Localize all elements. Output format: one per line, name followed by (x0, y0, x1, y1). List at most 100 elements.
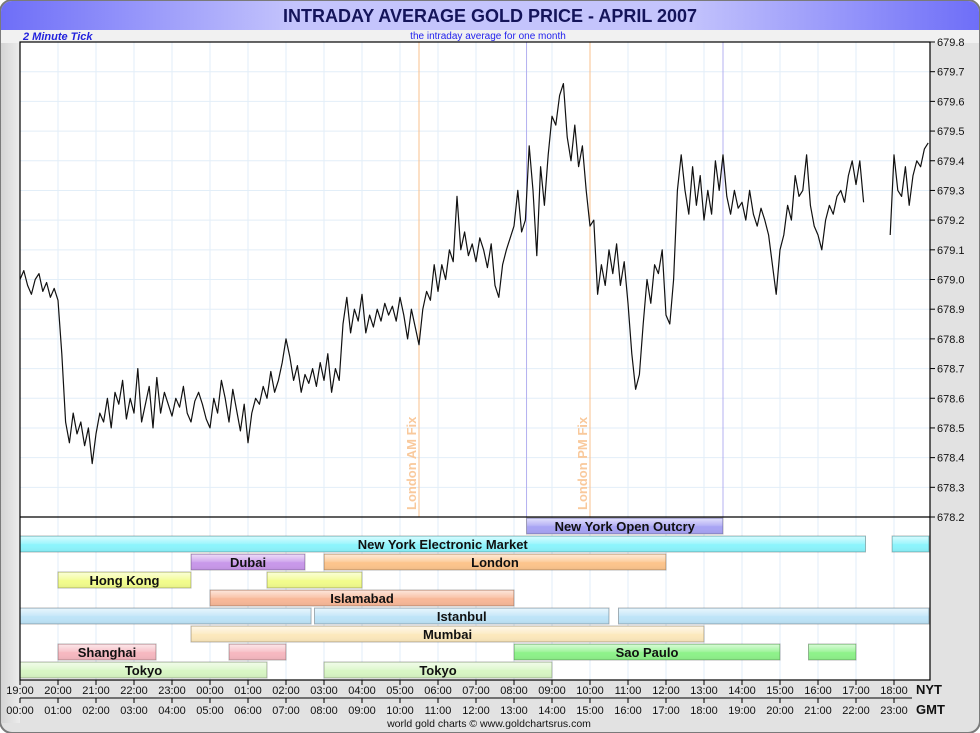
market-label: Tokyo (419, 663, 456, 678)
y-tick-label: 679.6 (937, 96, 965, 108)
y-tick-label: 678.4 (937, 453, 965, 465)
y-tick-label: 679.5 (937, 126, 965, 138)
x-tick-label-gmt: 12:00 (462, 705, 490, 717)
market-label: Sao Paulo (616, 645, 679, 660)
market-bar-shine (20, 608, 311, 624)
market-bar-hong-kong (266, 571, 363, 589)
x-tick-label-nyt: 12:00 (652, 685, 680, 697)
x-tick-label-nyt: 20:00 (44, 685, 72, 697)
y-tick-label: 679.3 (937, 185, 965, 197)
market-label: Tokyo (125, 663, 162, 678)
market-bar-islamabad: Islamabad (209, 589, 515, 607)
x-tick-label-nyt: 07:00 (462, 685, 490, 697)
x-tick-label-gmt: 14:00 (538, 705, 566, 717)
y-tick-label: 679.1 (937, 245, 965, 257)
market-label: New York Open Outcry (555, 519, 696, 534)
fix-label: London PM Fix (575, 416, 590, 510)
market-bar-istanbul (19, 607, 312, 625)
gmt-axis-label: GMT (916, 702, 945, 717)
x-tick-label-gmt: 13:00 (500, 705, 528, 717)
market-bar-shanghai (228, 643, 287, 661)
market-bar-istanbul (618, 607, 930, 625)
x-tick-label-gmt: 07:00 (272, 705, 300, 717)
x-tick-label-nyt: 18:00 (880, 685, 908, 697)
x-tick-label-gmt: 18:00 (690, 705, 718, 717)
market-bar-london: London (323, 553, 667, 571)
market-bar-sao-paulo: Sao Paulo (513, 643, 781, 661)
fix-label: London AM Fix (404, 416, 419, 510)
y-tick-label: 679.4 (937, 156, 965, 168)
x-tick-label-nyt: 10:00 (576, 685, 604, 697)
market-label: Istanbul (437, 609, 487, 624)
x-tick-label-gmt: 09:00 (348, 705, 376, 717)
y-tick-label: 678.7 (937, 364, 965, 376)
x-tick-label-nyt: 02:00 (272, 685, 300, 697)
x-tick-label-nyt: 15:00 (766, 685, 794, 697)
x-tick-label-nyt: 08:00 (500, 685, 528, 697)
x-tick-label-gmt: 04:00 (158, 705, 186, 717)
x-tick-label-nyt: 19:00 (6, 685, 34, 697)
market-bar-mumbai: Mumbai (190, 625, 705, 643)
x-tick-label-nyt: 11:00 (615, 685, 642, 697)
market-bar-new-york-electronic-market (891, 535, 930, 553)
x-tick-label-gmt: 00:00 (6, 705, 34, 717)
x-tick-label-gmt: 06:00 (234, 705, 262, 717)
x-tick-label-nyt: 05:00 (386, 685, 414, 697)
market-bar-new-york-electronic-market: New York Electronic Market (19, 535, 866, 553)
x-tick-label-gmt: 19:00 (728, 705, 756, 717)
market-label: Hong Kong (89, 573, 159, 588)
x-tick-label-nyt: 06:00 (424, 685, 452, 697)
y-tick-label: 678.8 (937, 334, 965, 346)
y-tick-label: 678.3 (937, 482, 965, 494)
x-tick-label-nyt: 01:00 (234, 685, 262, 697)
y-tick-label: 679.8 (937, 37, 965, 49)
x-tick-label-gmt: 01:00 (44, 705, 72, 717)
market-label: Shanghai (78, 645, 137, 660)
market-bar-shine (267, 572, 362, 588)
x-tick-label-nyt: 14:00 (728, 685, 756, 697)
x-tick-label-gmt: 05:00 (196, 705, 224, 717)
tick-note: 2 Minute Tick (22, 31, 93, 43)
y-tick-label: 678.9 (937, 304, 965, 316)
y-tick-label: 678.2 (937, 512, 965, 524)
x-tick-label-gmt: 10:00 (386, 705, 414, 717)
market-bar-istanbul: Istanbul (314, 607, 610, 625)
x-tick-label-nyt: 23:00 (158, 685, 186, 697)
x-tick-label-gmt: 22:00 (842, 705, 870, 717)
y-tick-label: 678.5 (937, 423, 965, 435)
x-tick-label-nyt: 03:00 (310, 685, 338, 697)
market-label: Mumbai (423, 627, 472, 642)
x-tick-label-nyt: 09:00 (538, 685, 566, 697)
y-tick-label: 679.7 (937, 67, 965, 79)
gold-price-chart: INTRADAY AVERAGE GOLD PRICE - APRIL 2007… (0, 0, 980, 733)
x-tick-label-gmt: 21:00 (804, 705, 832, 717)
market-bar-new-york-open-outcry: New York Open Outcry (526, 517, 724, 535)
y-tick-label: 679.0 (937, 275, 965, 287)
chart-title: INTRADAY AVERAGE GOLD PRICE - APRIL 2007 (283, 6, 697, 26)
x-tick-label-gmt: 08:00 (310, 705, 338, 717)
x-tick-label-nyt: 21:00 (82, 685, 110, 697)
x-tick-label-gmt: 11:00 (425, 705, 452, 717)
x-tick-label-nyt: 16:00 (804, 685, 832, 697)
left-margin (1, 43, 20, 723)
x-tick-label-nyt: 13:00 (690, 685, 718, 697)
x-tick-label-gmt: 02:00 (82, 705, 110, 717)
chart-subtitle: the intraday average for one month (410, 31, 566, 42)
market-bar-shine (229, 644, 286, 660)
x-tick-label-nyt: 04:00 (348, 685, 376, 697)
market-label: New York Electronic Market (358, 537, 529, 552)
market-bar-sao-paulo (808, 643, 857, 661)
market-bar-shine (809, 644, 856, 660)
x-tick-label-gmt: 17:00 (652, 705, 680, 717)
market-bar-tokyo: Tokyo (19, 661, 268, 679)
market-label: Islamabad (330, 591, 394, 606)
x-tick-label-gmt: 23:00 (880, 705, 908, 717)
market-bar-tokyo: Tokyo (323, 661, 553, 679)
market-bar-shine (619, 608, 929, 624)
market-bar-hong-kong: Hong Kong (57, 571, 192, 589)
market-bar-dubai: Dubai (190, 553, 306, 571)
x-tick-label-nyt: 17:00 (842, 685, 870, 697)
x-tick-label-gmt: 16:00 (614, 705, 642, 717)
x-tick-label-nyt: 00:00 (196, 685, 224, 697)
x-tick-label-gmt: 03:00 (120, 705, 148, 717)
